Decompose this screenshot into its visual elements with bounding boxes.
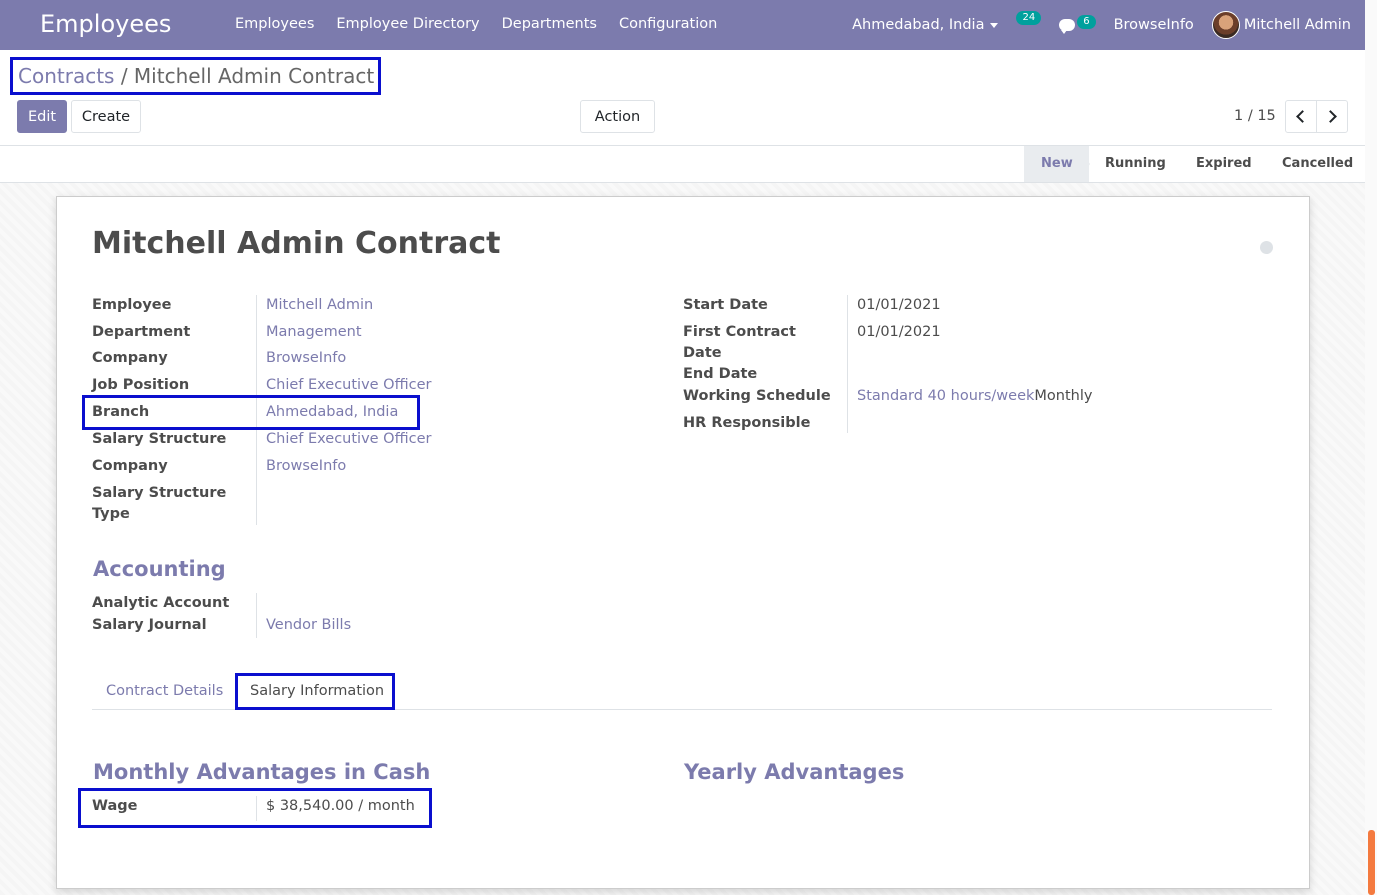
menu-configuration[interactable]: Configuration [619,16,717,32]
create-button[interactable]: Create [71,100,141,133]
working-schedule-period[interactable]: Monthly [1034,388,1092,404]
action-button[interactable]: Action [580,100,655,133]
salary-structure-value[interactable]: Chief Executive Officer [266,429,431,450]
stage-running[interactable]: Running [1105,146,1166,182]
company-label-2: Company [92,458,168,474]
stage-arrow [1078,146,1090,182]
wage-value[interactable]: $ 38,540.00 / month [266,796,415,817]
start-date-value[interactable]: 01/01/2021 [857,295,941,316]
department-label: Department [92,324,191,340]
branch-switcher-label: Ahmedabad, India [852,17,985,33]
yearly-advantages-title: Yearly Advantages [684,760,905,784]
status-bar: New Running Expired Cancelled [0,145,1365,183]
salary-journal-value[interactable]: Vendor Bills [266,615,351,636]
breadcrumb-current: Mitchell Admin Contract [133,64,375,88]
navbar-right: Ahmedabad, India 24 6 BrowseInfo Mitchel… [834,0,1351,50]
pager-value[interactable]: 1 / 15 [1234,108,1276,124]
menu-employee-directory[interactable]: Employee Directory [336,16,479,32]
breadcrumb-separator: / [114,64,134,88]
contract-title[interactable]: Mitchell Admin Contract [92,226,501,261]
top-navbar: Employees Employees Employee Directory D… [0,0,1365,50]
branch-label: Branch [92,404,150,420]
start-date-label: Start Date [683,297,768,313]
working-schedule-value: Standard 40 hours/weekMonthly [857,386,1092,407]
company-label: Company [92,350,168,366]
menu-departments[interactable]: Departments [502,16,597,32]
activity-menu[interactable]: 24 [1016,11,1042,33]
chat-icon [1059,19,1076,34]
chevron-right-icon [1324,110,1337,123]
kanban-state-dot[interactable] [1260,241,1273,254]
scrollbar-track[interactable] [1365,0,1377,895]
stage-expired[interactable]: Expired [1196,146,1252,182]
company-switcher[interactable]: BrowseInfo [1114,17,1194,33]
tab-salary-information[interactable]: Salary Information [250,683,384,699]
pager-previous-button[interactable] [1285,100,1317,133]
branch-switcher[interactable]: Ahmedabad, India [852,17,999,33]
salary-structure-type-label: Salary Structure Type [92,485,227,522]
breadcrumb-contracts[interactable]: Contracts [18,64,114,88]
app-brand[interactable]: Employees [40,10,171,38]
wage-label: Wage [92,798,138,814]
tabs-underline [92,709,1272,710]
stage-cancelled[interactable]: Cancelled [1282,146,1353,182]
employee-label: Employee [92,297,172,313]
end-date-label: End Date [683,366,758,382]
branch-value[interactable]: Ahmedabad, India [266,402,398,423]
avatar [1211,11,1240,39]
working-schedule-label: Working Schedule [683,388,831,404]
user-name: Mitchell Admin [1243,17,1351,33]
salary-structure-label: Salary Structure [92,431,227,447]
accounting-section-title: Accounting [93,557,226,581]
monthly-advantages-title: Monthly Advantages in Cash [93,760,431,784]
tab-contract-details[interactable]: Contract Details [106,683,223,699]
activity-count-badge: 24 [1016,11,1042,25]
first-contract-date-value[interactable]: 01/01/2021 [857,322,941,343]
user-menu[interactable]: Mitchell Admin [1211,11,1351,39]
scrollbar-thumb[interactable] [1368,830,1375,895]
hr-responsible-label: HR Responsible [683,415,811,431]
messaging-menu[interactable]: 6 [1059,15,1096,34]
chevron-left-icon [1296,110,1309,123]
caret-down-icon [990,22,999,28]
employee-value[interactable]: Mitchell Admin [266,295,373,316]
first-contract-date-label: First Contract Date [683,324,796,361]
menu-employees[interactable]: Employees [235,16,314,32]
company-value-2[interactable]: BrowseInfo [266,456,346,477]
field-separator [256,593,257,638]
field-separator [256,796,257,821]
breadcrumb: Contracts / Mitchell Admin Contract [18,64,374,88]
main-menu: Employees Employee Directory Departments… [235,16,717,32]
field-separator [256,295,257,525]
salary-journal-label: Salary Journal [92,617,207,633]
pager-next-button[interactable] [1316,100,1348,133]
field-separator [847,295,848,433]
department-value[interactable]: Management [266,322,362,343]
company-value[interactable]: BrowseInfo [266,348,346,369]
analytic-account-label: Analytic Account [92,595,230,611]
message-count-badge: 6 [1077,15,1096,29]
job-position-label: Job Position [92,377,190,393]
edit-button[interactable]: Edit [17,100,67,133]
job-position-value[interactable]: Chief Executive Officer [266,375,431,396]
working-schedule-link[interactable]: Standard 40 hours/week [857,388,1034,404]
